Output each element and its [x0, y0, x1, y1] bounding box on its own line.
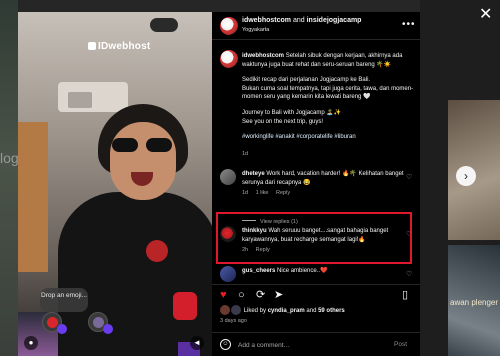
- person-icon[interactable]: ●: [24, 336, 38, 350]
- drop-emoji-bubble[interactable]: Drop an emoji...: [40, 288, 88, 312]
- author-username[interactable]: insidejogjacamp: [307, 17, 362, 24]
- likes-prefix: Liked by: [243, 308, 267, 314]
- post-location[interactable]: Yogyakarta: [242, 27, 269, 33]
- media-watermark-logo: IDwebhost: [88, 41, 150, 52]
- post-info-panel: idwebhostcom and insidejogjacamp Yogyaka…: [212, 12, 420, 356]
- caption-text: See you on the next trip, guys!: [242, 118, 324, 125]
- comment-text: Work hard, vacation harder! 🔥🌴 Kelihatan…: [242, 171, 404, 186]
- reply-button[interactable]: Reply: [256, 247, 270, 253]
- comment-body: dheteye Work hard, vacation harder! 🔥🌴 K…: [242, 170, 404, 187]
- comment-body: thinkkyu Wah seruuu banget....sangat bah…: [242, 227, 404, 244]
- reaction-badge: [57, 324, 67, 334]
- comment-username[interactable]: thinkkyu: [242, 228, 267, 234]
- post-authors: idwebhostcom and insidejogjacamp: [242, 17, 361, 24]
- post-comment-button[interactable]: Post: [394, 341, 407, 348]
- emoji-icon[interactable]: ☺: [220, 339, 231, 350]
- next-post-button[interactable]: ›: [456, 166, 476, 186]
- background-feed-tile-text: awan plenger: [450, 298, 499, 307]
- media-person: [58, 192, 212, 356]
- caption-text: Bukan cuma soal tempatnya, tapi juga cer…: [242, 85, 414, 101]
- post-date: 3 days ago: [220, 318, 247, 324]
- caption-text: Sedikit recap dari perjalanan Jogjacamp …: [242, 77, 371, 84]
- post-actions-bar: ♥ ○ ⟳ ➤ ▯: [212, 284, 420, 302]
- heart-icon[interactable]: ♡: [406, 230, 412, 238]
- author-username[interactable]: idwebhostcom: [242, 17, 291, 24]
- liker-username[interactable]: cyndia_pram: [268, 308, 305, 314]
- media-scene: [150, 18, 178, 32]
- avatar[interactable]: [220, 266, 236, 282]
- media-scene: [173, 292, 197, 320]
- bookmark-icon[interactable]: ▯: [402, 289, 408, 301]
- avatar[interactable]: [220, 17, 238, 35]
- likes-others-link[interactable]: 59 others: [318, 308, 345, 314]
- heart-icon[interactable]: ♡: [406, 270, 412, 278]
- media-person: [146, 240, 168, 262]
- comment-likes[interactable]: 1 like: [256, 190, 269, 196]
- comment-meta: 2h Reply: [242, 247, 276, 253]
- comment-time: 1d: [242, 190, 249, 196]
- comment-time: 2h: [242, 247, 249, 253]
- media-scene: [18, 122, 48, 272]
- caption-hashtags[interactable]: #workinglife #anakit #corporatelife #lib…: [242, 133, 416, 142]
- likes-conjunction: and: [306, 308, 317, 314]
- caption-timestamp: 1d: [242, 151, 249, 157]
- chevron-right-icon: ›: [464, 169, 468, 183]
- post-caption: idwebhostcom Setelah sibuk dengan kerjaa…: [242, 52, 416, 142]
- likes-summary: Liked by cyndia_pram and 59 others: [220, 305, 345, 315]
- comment-input[interactable]: [238, 337, 388, 353]
- reaction-badge: [103, 324, 113, 334]
- avatar[interactable]: [220, 226, 236, 242]
- caption-username[interactable]: idwebhostcom: [242, 53, 284, 59]
- post-header: idwebhostcom and insidejogjacamp Yogyaka…: [212, 12, 420, 40]
- comment-username[interactable]: dheteye: [242, 171, 265, 177]
- comment-icon[interactable]: ○: [238, 289, 245, 301]
- add-comment-bar: ☺ Post: [212, 332, 420, 356]
- author-conjunction: and: [292, 17, 305, 24]
- heart-icon[interactable]: ♡: [406, 173, 412, 181]
- view-replies-button[interactable]: View replies (1): [242, 219, 298, 225]
- background-feed-left: [0, 0, 18, 356]
- avatar[interactable]: [220, 50, 238, 68]
- share-icon[interactable]: ⟳: [256, 289, 265, 301]
- comment-username[interactable]: gus_cheers: [242, 268, 275, 274]
- reply-button[interactable]: Reply: [276, 190, 290, 196]
- comment-body: gus_cheers Nice ambience..❤️: [242, 267, 404, 276]
- caption-text: Journey to Bali with Jogjacamp 🏝️✨: [242, 109, 342, 116]
- more-options-icon[interactable]: •••: [402, 19, 416, 30]
- background-feed-text: log: [0, 150, 19, 166]
- media-scene: [68, 92, 92, 108]
- speaker-icon[interactable]: ◄: [190, 336, 204, 350]
- heart-icon[interactable]: ♥: [220, 289, 227, 301]
- avatar: [231, 305, 241, 315]
- avatar[interactable]: [220, 169, 236, 185]
- media-person: [110, 122, 176, 200]
- send-icon[interactable]: ➤: [274, 289, 283, 301]
- comment-meta: 1d 1 like Reply: [242, 190, 296, 196]
- close-icon[interactable]: ✕: [479, 4, 492, 24]
- avatar: [220, 305, 230, 315]
- comment-text: Nice ambience..❤️: [277, 268, 328, 274]
- media-person: [112, 138, 174, 154]
